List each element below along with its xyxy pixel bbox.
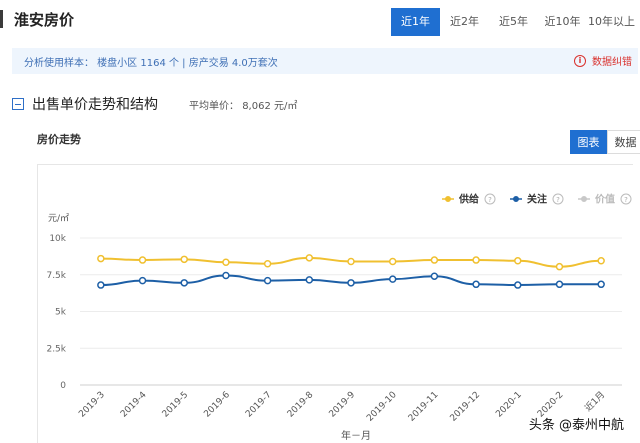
legend-label[interactable]: 关注 <box>527 193 547 206</box>
legend-swatch-dot <box>581 196 587 202</box>
average-price-value: 8,062 元/㎡ <box>242 101 298 112</box>
chart-view-button[interactable]: 图表 <box>570 130 607 154</box>
sample-info-bar: 分析使用样本： 楼盘小区 1164 个 | 房产交易 4.0万套次 i 数据纠错 <box>12 48 638 74</box>
trend-label: 房价走势 <box>37 133 81 146</box>
legend-swatch-dot <box>445 196 451 202</box>
data-point[interactable] <box>430 256 439 264</box>
report-error-link[interactable]: i 数据纠错 <box>574 53 632 68</box>
x-tick-label: 2019-4 <box>119 390 149 420</box>
tab-range-5y[interactable]: 近5年 <box>489 8 538 36</box>
time-range-tabs: 近1年 近2年 近5年 近10年 10年以上 <box>391 8 636 36</box>
tab-range-2y[interactable]: 近2年 <box>440 8 489 36</box>
average-price-label: 平均单价： <box>189 101 239 112</box>
y-tick-label: 0 <box>60 381 66 391</box>
data-point[interactable] <box>347 257 355 266</box>
data-point[interactable] <box>430 272 439 280</box>
x-tick-label: 2019-8 <box>286 390 316 420</box>
data-view-button[interactable]: 数据 <box>607 130 640 154</box>
x-tick-label: 2019-5 <box>161 390 191 420</box>
y-axis-label: 元/㎡ <box>48 213 69 224</box>
tab-range-10y[interactable]: 近10年 <box>538 8 587 36</box>
y-tick-label: 7.5k <box>46 271 66 281</box>
price-trend-chart: 0 2.5k 5k 7.5k 10k 元/㎡ 2019-3 2019-4 2019-5 2019-… <box>46 193 632 442</box>
tab-range-1y[interactable]: 近1年 <box>391 8 440 36</box>
sample-info-text: 分析使用样本： 楼盘小区 1164 个 | 房产交易 4.0万套次 <box>24 58 278 69</box>
data-point[interactable] <box>514 281 522 289</box>
x-tick-label: 2020-1 <box>494 390 524 420</box>
x-tick-label: 2019-9 <box>328 390 358 420</box>
data-point[interactable] <box>97 254 105 263</box>
collapse-minus-icon[interactable] <box>12 98 24 110</box>
x-tick-label: 2019-3 <box>77 390 107 420</box>
data-point[interactable] <box>555 262 564 271</box>
data-point[interactable] <box>305 254 314 262</box>
data-point[interactable] <box>180 279 188 287</box>
data-point[interactable] <box>597 280 605 289</box>
data-point[interactable] <box>222 271 230 280</box>
x-tick-label: 2019-11 <box>407 390 441 424</box>
data-point[interactable] <box>555 280 564 289</box>
help-icon-glyph: ? <box>624 196 628 204</box>
y-tick-label: 10k <box>49 234 66 244</box>
x-tick-label: 2019-12 <box>449 390 483 424</box>
info-circle-icon: i <box>574 54 586 67</box>
data-point[interactable] <box>514 257 522 265</box>
section-title: 出售单价走势和结构 <box>32 97 158 113</box>
data-point[interactable] <box>305 276 314 284</box>
x-tick-label: 2019-10 <box>365 390 399 424</box>
data-point[interactable] <box>472 280 480 289</box>
average-price: 平均单价： 8,062 元/㎡ <box>189 97 297 112</box>
data-point[interactable] <box>388 275 397 283</box>
data-point[interactable] <box>222 258 230 267</box>
data-point[interactable] <box>263 276 272 285</box>
legend-label[interactable]: 供给 <box>458 193 479 206</box>
data-point[interactable] <box>180 255 188 264</box>
data-point[interactable] <box>138 276 147 285</box>
help-icon-glyph: ? <box>488 196 492 204</box>
data-point[interactable] <box>388 257 397 266</box>
data-point[interactable] <box>97 281 105 289</box>
price-trend-chart-card: 0 2.5k 5k 7.5k 10k 元/㎡ 2019-3 2019-4 2019-5 2019-… <box>37 164 633 443</box>
watermark: 头条 @泰州中航 <box>528 418 624 433</box>
legend-swatch-dot <box>513 196 519 202</box>
view-toggle: 图表 数据 <box>570 130 640 154</box>
help-icon-glyph: ? <box>556 196 560 204</box>
x-tick-label: 2019-7 <box>244 390 274 420</box>
page-title: 淮安房价 <box>14 11 75 29</box>
data-point[interactable] <box>138 256 147 264</box>
data-point[interactable] <box>263 259 272 268</box>
x-tick-label: 2019-6 <box>202 390 232 420</box>
tab-range-10y-plus[interactable]: 10年以上 <box>587 8 636 36</box>
header: 淮安房价 近1年 近2年 近5年 近10年 10年以上 <box>0 0 640 44</box>
y-tick-label: 5k <box>55 308 67 318</box>
report-error-label: 数据纠错 <box>592 57 632 68</box>
x-axis-label: 年－月 <box>341 429 371 442</box>
legend-label[interactable]: 价值 <box>595 193 615 206</box>
y-tick-label: 2.5k <box>46 344 66 354</box>
title-accent-bar <box>0 10 3 28</box>
data-point[interactable] <box>347 279 355 287</box>
data-point[interactable] <box>597 257 605 265</box>
x-tick-label: 近1月 <box>582 389 607 414</box>
data-point[interactable] <box>472 256 480 264</box>
section-header: 出售单价走势和结构 <box>12 94 158 114</box>
